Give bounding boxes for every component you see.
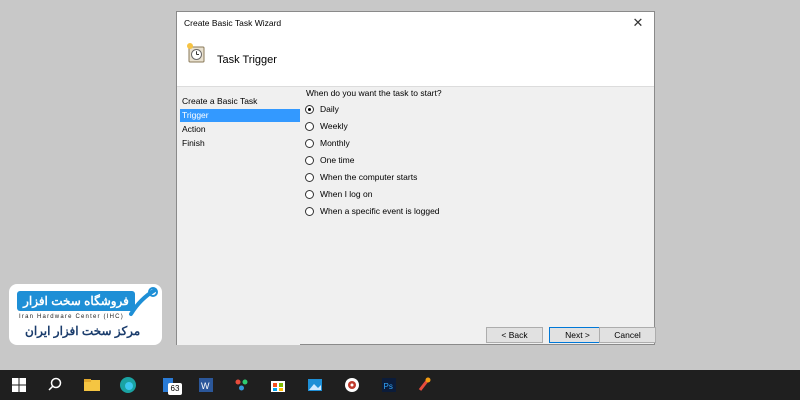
- window-title: Create Basic Task Wizard: [184, 18, 282, 28]
- edge-icon[interactable]: [118, 375, 138, 395]
- logo-wrench-icon: [127, 286, 159, 318]
- sidebar-item-action[interactable]: Action: [180, 123, 300, 136]
- radio-button[interactable]: [305, 155, 314, 165]
- search-icon[interactable]: [45, 375, 65, 395]
- radio-label: When a specific event is logged: [320, 206, 440, 216]
- radio-label: Daily: [320, 104, 339, 114]
- word-icon[interactable]: W: [196, 375, 216, 395]
- radio-label: When I log on: [320, 189, 373, 199]
- cancel-button[interactable]: Cancel: [599, 327, 656, 343]
- svg-text:Ps: Ps: [384, 382, 393, 391]
- create-basic-task-wizard-dialog: Create Basic Task Wizard ✕ Task Trigger …: [176, 11, 656, 345]
- radio-label: One time: [320, 155, 355, 165]
- radio-label: When the computer starts: [320, 172, 418, 182]
- page-title: Task Trigger: [217, 54, 277, 66]
- trigger-options-panel: When do you want the task to start? Dail…: [300, 87, 654, 327]
- radio-option-computer-starts[interactable]: When the computer starts: [305, 170, 417, 184]
- sidebar-item-finish[interactable]: Finish: [180, 137, 300, 150]
- radio-button[interactable]: [305, 104, 314, 114]
- sidebar-item-trigger[interactable]: Trigger: [180, 109, 300, 122]
- radio-button[interactable]: [305, 206, 314, 216]
- tool-app-icon[interactable]: [415, 375, 435, 395]
- logo-persian-text: مرکز سخت افزار ایران: [25, 324, 141, 338]
- radio-button[interactable]: [305, 121, 314, 131]
- sidebar-item-create-basic-task[interactable]: Create a Basic Task: [180, 95, 300, 108]
- windows-start-icon[interactable]: [9, 375, 29, 395]
- svg-text:W: W: [201, 381, 210, 391]
- file-explorer-icon[interactable]: [82, 375, 102, 395]
- media-player-icon[interactable]: [342, 375, 362, 395]
- dots-app-icon[interactable]: [232, 375, 252, 395]
- radio-option-log-on[interactable]: When I log on: [305, 187, 372, 201]
- title-bar[interactable]: Create Basic Task Wizard ✕: [177, 12, 654, 34]
- store-icon[interactable]: [268, 375, 288, 395]
- close-button[interactable]: ✕: [624, 12, 652, 34]
- wizard-header: Task Trigger: [177, 34, 654, 87]
- next-button[interactable]: Next >: [549, 327, 606, 343]
- radio-button[interactable]: [305, 138, 314, 148]
- logo-subtitle: Iran Hardware Center (IHC): [19, 314, 124, 320]
- radio-label: Monthly: [320, 138, 350, 148]
- wizard-steps-sidebar: Create a Basic Task Trigger Action Finis…: [177, 87, 300, 345]
- trigger-question: When do you want the task to start?: [306, 88, 442, 98]
- radio-option-monthly[interactable]: Monthly: [305, 136, 350, 150]
- radio-option-weekly[interactable]: Weekly: [305, 119, 348, 133]
- radio-button[interactable]: [305, 189, 314, 199]
- radio-label: Weekly: [320, 121, 348, 131]
- ihc-logo-watermark: فروشگاه سخت افزار ایران Iran Hardware Ce…: [9, 284, 162, 345]
- back-button[interactable]: < Back: [486, 327, 543, 343]
- clock-task-icon: [185, 42, 207, 64]
- radio-button[interactable]: [305, 172, 314, 182]
- photos-icon[interactable]: [305, 375, 325, 395]
- photoshop-icon[interactable]: Ps: [379, 375, 399, 395]
- logo-persian-title: فروشگاه سخت افزار ایران: [17, 291, 135, 328]
- radio-option-daily[interactable]: Daily: [305, 102, 339, 116]
- radio-option-event-logged[interactable]: When a specific event is logged: [305, 204, 440, 218]
- taskbar: 63 W Ps: [0, 370, 800, 400]
- taskbar-badge-count: 63: [168, 383, 182, 395]
- radio-option-one-time[interactable]: One time: [305, 153, 355, 167]
